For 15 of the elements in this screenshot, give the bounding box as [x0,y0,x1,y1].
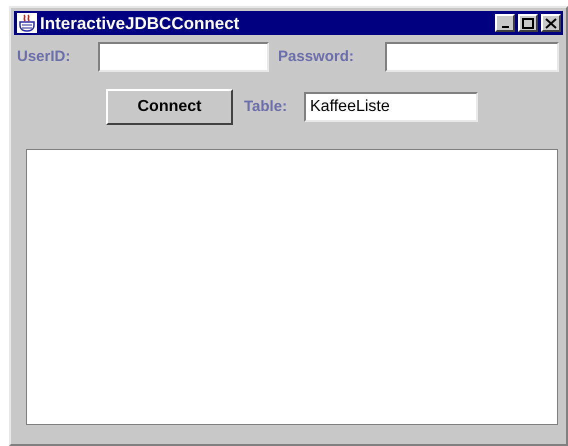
password-field[interactable] [385,42,559,72]
minimize-button[interactable] [495,14,515,32]
connect-button[interactable]: Connect [106,89,233,125]
close-button[interactable] [541,14,561,32]
close-icon [545,18,557,28]
maximize-icon [522,18,534,28]
maximize-button[interactable] [518,14,538,32]
table-label: Table: [244,96,288,117]
minimize-icon [502,26,508,28]
userid-field[interactable] [98,42,269,72]
app-icon [17,13,37,33]
userid-label: UserID: [17,46,72,67]
table-field[interactable]: KaffeeListe [304,92,478,122]
window-title: InteractiveJDBCConnect [40,14,240,32]
password-label: Password: [278,46,355,67]
